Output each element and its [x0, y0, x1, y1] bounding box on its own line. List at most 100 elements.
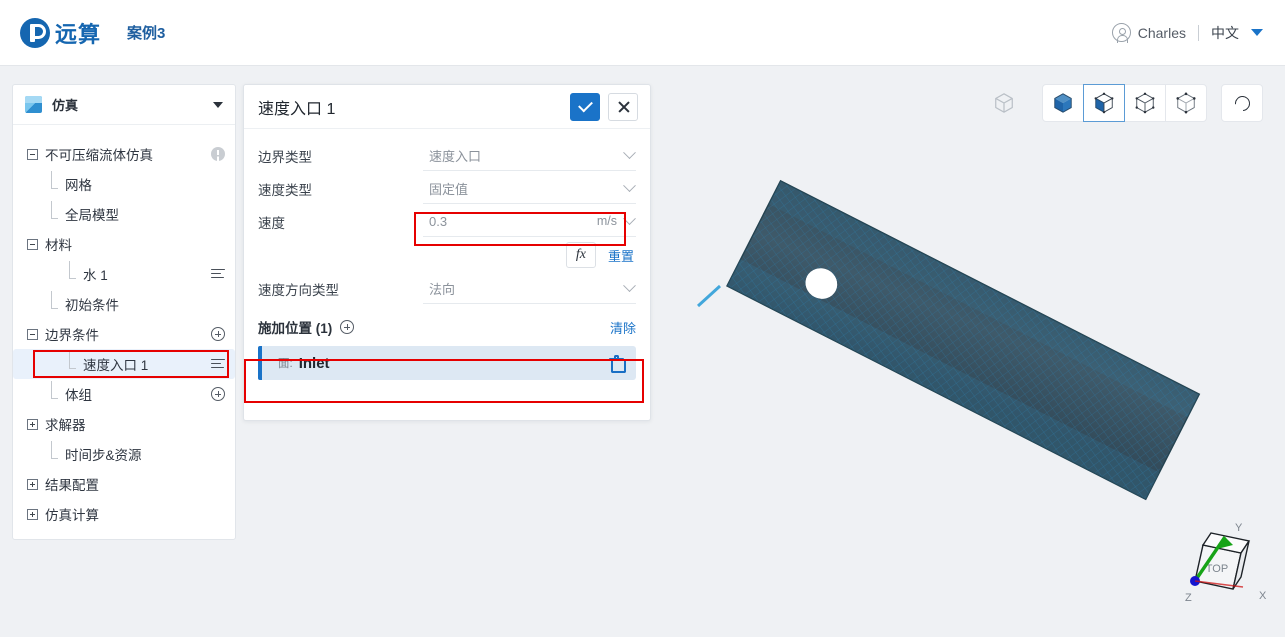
chevron-down-icon[interactable]: [623, 178, 636, 192]
top-bar-right: Charles 中文: [1111, 23, 1263, 43]
expand-icon[interactable]: [27, 478, 38, 490]
expand-icon[interactable]: [27, 418, 38, 430]
trash-icon[interactable]: [609, 355, 626, 373]
tree-item-label: 结果配置: [45, 478, 99, 493]
confirm-button[interactable]: [570, 92, 600, 121]
axis-label-y: Y: [1235, 522, 1243, 534]
logo-text: 远算: [55, 21, 102, 47]
close-icon: [617, 100, 630, 113]
sidebar-header[interactable]: 仿真: [13, 85, 235, 125]
tree-item-label: 仿真计算: [45, 508, 99, 523]
chevron-down-icon[interactable]: [623, 211, 636, 225]
properties-panel: 速度入口 1 边界类型 速度入口 速度类型 固定值 速度 0.3 m/s fx 重置 速度方…: [243, 84, 651, 421]
tree-item-label: 网格: [65, 178, 92, 193]
tree-item-1[interactable]: 网格: [13, 169, 235, 199]
chevron-down-icon[interactable]: [623, 145, 636, 159]
tree-item-label: 体组: [65, 388, 92, 403]
reset-link[interactable]: 重置: [608, 246, 634, 265]
divider: [1198, 24, 1199, 41]
tree-item-10[interactable]: 时间步&资源: [13, 439, 235, 469]
tree-branch-line: [47, 380, 58, 400]
clear-link[interactable]: 清除: [610, 318, 636, 337]
viewport-3d[interactable]: TOP Y Z X: [658, 70, 1285, 637]
field-unit: m/s: [596, 214, 617, 228]
user-name: Charles: [1137, 24, 1186, 41]
panel-actions: [570, 92, 638, 121]
location-name: Inlet: [298, 354, 330, 372]
applied-location-list: 面: Inlet: [258, 346, 636, 380]
tree-item-label: 水 1: [83, 268, 108, 283]
tree-item-label: 时间步&资源: [65, 448, 142, 463]
tree-item-8[interactable]: 体组: [13, 379, 235, 409]
section-title: 施加位置 (1): [258, 321, 333, 336]
collapse-icon[interactable]: [27, 238, 38, 250]
top-bar: 远算 案例3 Charles 中文: [0, 0, 1285, 66]
expand-icon[interactable]: [27, 508, 38, 520]
field-control[interactable]: 速度入口: [423, 141, 636, 171]
tree-item-label: 材料: [45, 238, 72, 253]
field-row-2: 速度 0.3 m/s: [258, 205, 636, 238]
field-control[interactable]: 固定值: [423, 174, 636, 204]
tree-item-label: 求解器: [45, 418, 86, 433]
field-group-top: 边界类型 速度入口速度类型 固定值速度 0.3 m/s: [258, 139, 636, 238]
field-control[interactable]: 0.3 m/s: [423, 207, 636, 237]
app-root: 远算 案例3 Charles 中文 仿真 不可压缩流体仿真网格全局模型材料水 1…: [0, 0, 1285, 637]
tree-branch-line: [65, 260, 76, 280]
plus-circle-icon[interactable]: [340, 320, 355, 334]
plus-icon[interactable]: [211, 387, 225, 401]
collapse-icon[interactable]: [27, 148, 38, 160]
warning-icon: [211, 147, 225, 161]
fx-button[interactable]: fx: [565, 242, 596, 268]
plus-icon[interactable]: [211, 327, 225, 341]
brand[interactable]: 远算 案例3: [20, 17, 165, 49]
tree-item-label: 速度入口 1: [83, 358, 149, 373]
field-row-0: 边界类型 速度入口: [258, 139, 636, 172]
tree-item-12[interactable]: 仿真计算: [13, 499, 235, 529]
tree-item-5[interactable]: 初始条件: [13, 289, 235, 319]
list-icon[interactable]: [211, 358, 225, 370]
field-group-bottom: 速度方向类型 法向: [258, 272, 636, 305]
field-label: 速度: [258, 215, 285, 231]
tree-branch-line: [47, 290, 58, 310]
field-label: 速度类型: [258, 182, 312, 198]
tree-item-7[interactable]: 速度入口 1: [13, 349, 235, 379]
view-shaded-edges-button[interactable]: [1083, 84, 1125, 122]
field-value: 固定值: [429, 181, 469, 197]
user-circle-icon: [1111, 23, 1131, 43]
case-title: 案例3: [127, 25, 166, 42]
tree-item-0[interactable]: 不可压缩流体仿真: [13, 139, 235, 169]
tree-item-9[interactable]: 求解器: [13, 409, 235, 439]
field-row-1: 速度类型 固定值: [258, 172, 636, 205]
tree-item-2[interactable]: 全局模型: [13, 199, 235, 229]
sidebar: 仿真 不可压缩流体仿真网格全局模型材料水 1 初始条件 边界条件速度入口 1 体组求解…: [12, 84, 236, 540]
axis-label-z: Z: [1185, 592, 1192, 604]
axis-gizmo[interactable]: TOP Y Z X: [1165, 517, 1275, 629]
user-menu[interactable]: Charles: [1111, 23, 1186, 43]
chevron-down-icon[interactable]: [623, 278, 636, 292]
collapse-icon[interactable]: [27, 328, 38, 340]
tree-branch-line: [65, 350, 76, 370]
tree-item-3[interactable]: 材料: [13, 229, 235, 259]
simulation-tree: 不可压缩流体仿真网格全局模型材料水 1 初始条件 边界条件速度入口 1 体组求解器时间…: [13, 125, 235, 529]
caret-down-icon[interactable]: [213, 101, 223, 108]
axis-label-x: X: [1259, 590, 1267, 602]
field-label: 速度方向类型: [258, 282, 339, 298]
tree-item-11[interactable]: 结果配置: [13, 469, 235, 499]
field-value: 0.3: [429, 213, 448, 229]
sidebar-title: 仿真: [52, 98, 79, 113]
cube-icon: [25, 96, 42, 113]
field-control[interactable]: 法向: [423, 274, 636, 304]
cube-half-icon: [1094, 92, 1114, 114]
panel-body: 边界类型 速度入口速度类型 固定值速度 0.3 m/s fx 重置 速度方向类型 法向 施…: [244, 129, 650, 380]
tree-item-4[interactable]: 水 1: [13, 259, 235, 289]
list-icon[interactable]: [211, 268, 225, 280]
tree-item-6[interactable]: 边界条件: [13, 319, 235, 349]
field-row-3: 速度方向类型 法向: [258, 272, 636, 305]
caret-down-icon[interactable]: [1251, 29, 1263, 36]
applied-location-header: 施加位置 (1) 清除: [258, 315, 636, 339]
language-label[interactable]: 中文: [1211, 23, 1239, 43]
location-kind: 面:: [278, 358, 293, 370]
logo-icon: [20, 17, 50, 48]
close-button[interactable]: [608, 92, 638, 121]
location-item[interactable]: 面: Inlet: [258, 346, 636, 380]
